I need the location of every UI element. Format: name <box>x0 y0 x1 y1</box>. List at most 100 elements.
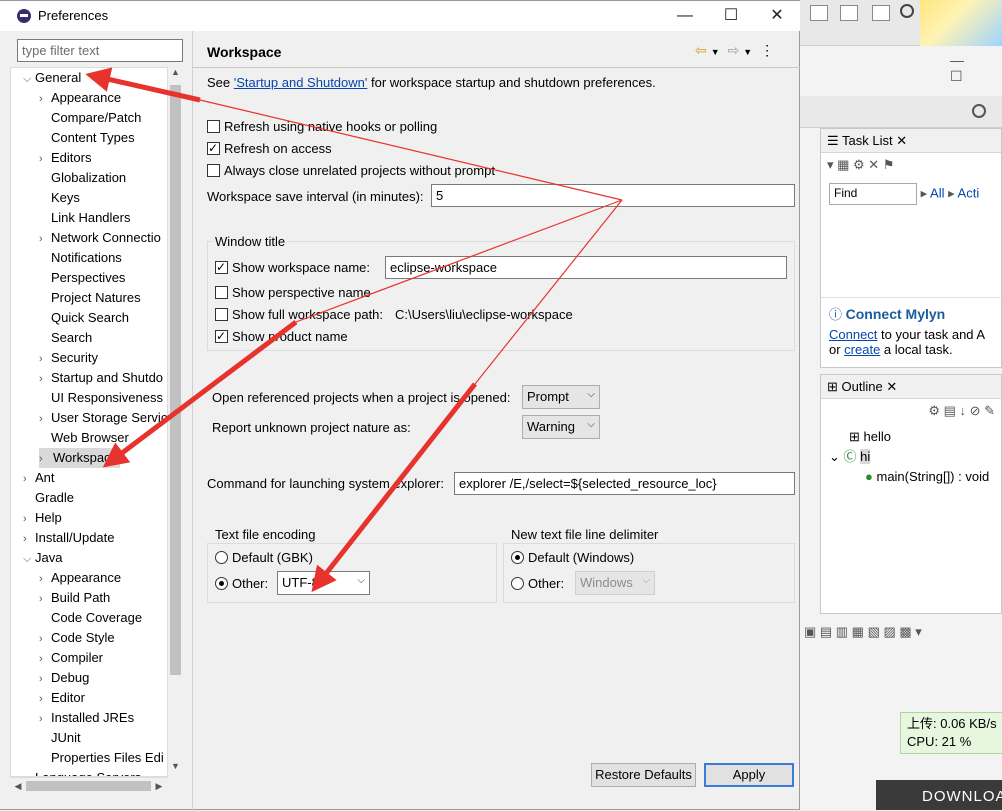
apply-button[interactable]: Apply <box>704 763 794 787</box>
tree-item[interactable]: › Appearance <box>39 568 121 588</box>
chevron-right-icon[interactable]: › <box>23 529 35 549</box>
tree-item[interactable]: Properties Files Edi <box>39 748 164 768</box>
tree-horizontal-scrollbar[interactable]: ◀ ▶ <box>10 777 167 793</box>
forward-arrow-icon[interactable]: ⇨ <box>728 42 740 59</box>
command-field[interactable]: explorer /E,/select=${selected_resource_… <box>454 472 795 495</box>
outline-item[interactable]: ⊞ hello <box>829 427 993 447</box>
radio-icon[interactable] <box>215 551 228 564</box>
outline-item[interactable]: ⌄ Ⓒ hi <box>829 447 993 467</box>
activate-link[interactable]: Acti <box>958 185 980 200</box>
tree-vertical-scrollbar[interactable]: ▲ ▼ <box>167 67 182 777</box>
tree-item[interactable]: ⌵ General <box>23 68 81 88</box>
tree-item[interactable]: › Editors <box>39 148 91 168</box>
show-product-checkbox[interactable]: Show product name <box>215 328 348 347</box>
tree-item[interactable]: › Editor <box>39 688 85 708</box>
chevron-down-icon[interactable]: ⌵ <box>357 575 365 586</box>
checkbox-icon[interactable] <box>215 328 228 344</box>
encoding-other-radio[interactable]: Other: <box>215 576 268 594</box>
checkbox-icon[interactable] <box>215 286 228 299</box>
scroll-down-icon[interactable]: ▼ <box>168 761 183 777</box>
show-perspective-checkbox[interactable]: Show perspective name <box>215 285 371 303</box>
checkbox-icon[interactable] <box>207 120 220 133</box>
close-button[interactable]: ✕ <box>754 1 800 31</box>
delimiter-combo[interactable]: Windows ⌵ <box>575 571 655 595</box>
checkbox-icon[interactable] <box>207 140 220 156</box>
report-unknown-combo[interactable]: Warning ⌵ <box>522 415 600 439</box>
connect-link[interactable]: Connect <box>829 327 877 342</box>
tree-item[interactable]: › User Storage Servic <box>39 408 167 428</box>
save-interval-field[interactable]: 5 <box>431 184 795 207</box>
chevron-right-icon[interactable]: › <box>39 689 51 709</box>
scroll-left-icon[interactable]: ◀ <box>10 778 26 794</box>
radio-icon[interactable] <box>215 577 228 590</box>
chevron-down-icon[interactable]: ⌵ <box>23 69 35 89</box>
scroll-thumb[interactable] <box>170 85 181 675</box>
toolbar-icon[interactable] <box>810 5 828 21</box>
tree-item[interactable]: › Ant <box>23 468 55 488</box>
toolbar-icon[interactable] <box>872 5 890 21</box>
checkbox-icon[interactable] <box>207 164 220 177</box>
checkbox-icon[interactable] <box>215 259 228 275</box>
tree-item[interactable]: ›Language Servers <box>23 768 141 776</box>
all-link[interactable]: All <box>930 185 944 200</box>
tree-item[interactable]: Project Natures <box>39 288 141 308</box>
chevron-down-icon[interactable]: ⌵ <box>23 549 35 569</box>
chevron-right-icon[interactable]: › <box>23 469 35 489</box>
chevron-down-icon[interactable]: ▼ <box>743 47 752 57</box>
tree-item[interactable]: › Compiler <box>39 648 103 668</box>
tree-item[interactable]: › Install/Update <box>23 528 115 548</box>
tree-item[interactable]: Content Types <box>39 128 135 148</box>
back-arrow-icon[interactable]: ⇦ <box>695 42 707 59</box>
chevron-right-icon[interactable]: › <box>39 149 51 169</box>
view-menu-icon[interactable]: ⋮ <box>760 42 774 59</box>
chevron-right-icon[interactable]: › <box>39 569 51 589</box>
tree-item[interactable]: › Startup and Shutdo <box>39 368 163 388</box>
tree-item[interactable]: Link Handlers <box>39 208 131 228</box>
chevron-right-icon[interactable]: › <box>39 629 51 649</box>
tree-item[interactable]: JUnit <box>39 728 81 748</box>
refresh-access-checkbox[interactable]: Refresh on access <box>207 140 332 159</box>
tree-item[interactable]: › Debug <box>39 668 89 688</box>
download-banner[interactable]: DOWNLOA <box>876 780 1002 810</box>
search-icon[interactable] <box>900 4 914 18</box>
delimiter-default-radio[interactable]: Default (Windows) <box>511 550 634 568</box>
tree-item[interactable]: Code Coverage <box>39 608 142 628</box>
outline-item[interactable]: ● main(String[]) : void <box>829 467 993 487</box>
tree-item[interactable]: › Code Style <box>39 628 115 648</box>
scroll-thumb[interactable] <box>26 781 151 791</box>
tree-item[interactable]: Keys <box>39 188 80 208</box>
maximize-button[interactable]: ☐ <box>708 1 754 31</box>
tree-item[interactable]: Gradle <box>23 488 74 508</box>
tree-item[interactable]: Quick Search <box>39 308 129 328</box>
scroll-up-icon[interactable]: ▲ <box>168 67 183 83</box>
workspace-name-field[interactable]: eclipse-workspace <box>385 256 787 279</box>
find-input[interactable]: Find <box>829 183 917 205</box>
tree-item[interactable]: › Workspace <box>39 448 120 468</box>
tree-item[interactable]: Perspectives <box>39 268 125 288</box>
tree-item[interactable]: › Appearance <box>39 88 121 108</box>
chevron-down-icon[interactable]: ⌵ <box>587 419 595 430</box>
chevron-down-icon[interactable]: ⌵ <box>587 389 595 400</box>
task-list-tab[interactable]: ☰ Task List ✕ <box>821 129 1001 153</box>
chevron-down-icon[interactable]: ⌵ <box>642 575 650 586</box>
chevron-right-icon[interactable]: › <box>39 369 51 389</box>
restore-defaults-button[interactable]: Restore Defaults <box>591 763 696 787</box>
close-icon[interactable]: ✕ <box>886 379 897 394</box>
close-icon[interactable]: ✕ <box>896 133 907 148</box>
minimize-button[interactable]: — <box>662 1 708 31</box>
tree-item[interactable]: UI Responsiveness <box>39 388 163 408</box>
startup-shutdown-link[interactable]: 'Startup and Shutdown' <box>234 75 368 90</box>
chevron-right-icon[interactable]: › <box>39 669 51 689</box>
open-referenced-combo[interactable]: Prompt ⌵ <box>522 385 600 409</box>
chevron-right-icon[interactable]: › <box>23 509 35 529</box>
radio-icon[interactable] <box>511 577 524 590</box>
tree-item[interactable]: ⌵ Java <box>23 548 62 568</box>
encoding-combo[interactable]: UTF-8 ⌵ <box>277 571 370 595</box>
search-icon[interactable] <box>972 104 986 118</box>
encoding-default-radio[interactable]: Default (GBK) <box>215 550 313 568</box>
outline-tab[interactable]: ⊞ Outline ✕ <box>821 375 1001 399</box>
tree-item[interactable]: › Installed JREs <box>39 708 134 728</box>
chevron-right-icon[interactable]: › <box>39 89 51 109</box>
chevron-right-icon[interactable]: › <box>23 769 35 776</box>
tree-item[interactable]: › Build Path <box>39 588 110 608</box>
